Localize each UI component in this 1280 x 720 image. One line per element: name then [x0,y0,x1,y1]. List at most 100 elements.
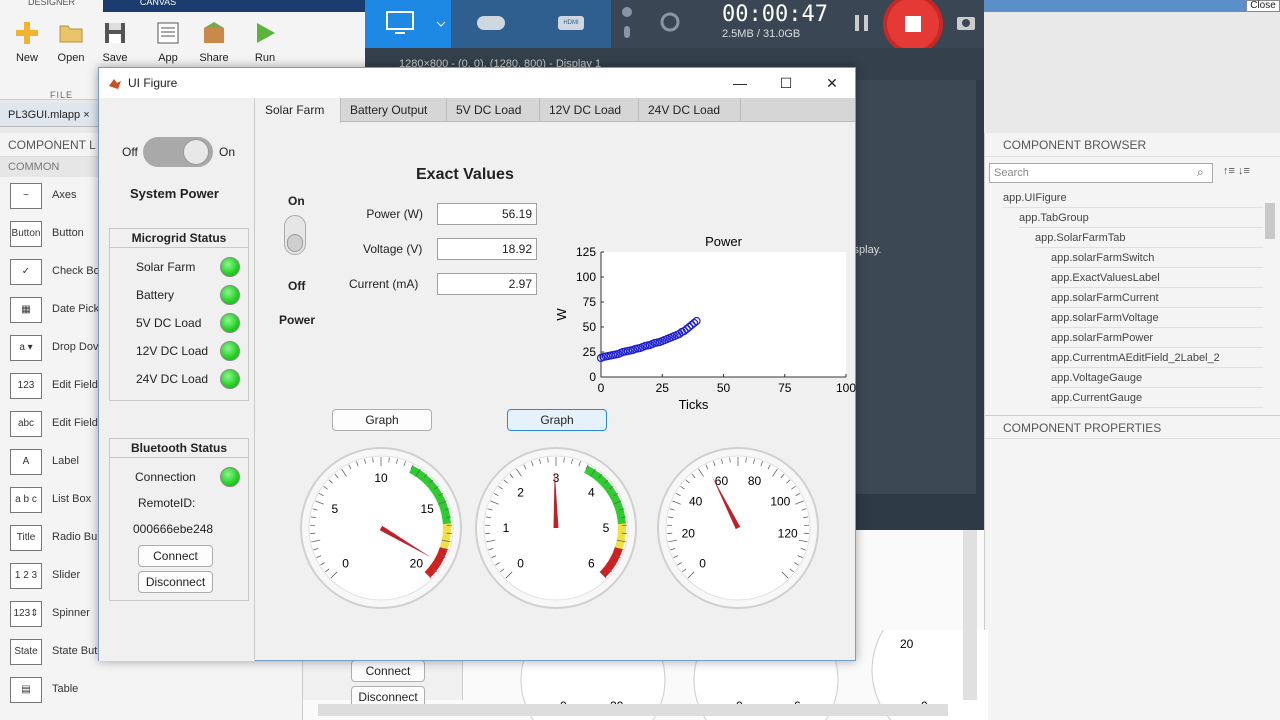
tab-5v-dc-load[interactable]: 5V DC Load [447,98,540,122]
power-chart[interactable]: 0 25 50 75 100 0 25 50 75 100 125 Power Ticks W [551,229,856,419]
tree-item[interactable]: app.solarFarmPower [1051,328,1263,348]
canvas-scrollbar[interactable] [963,530,977,700]
tree-item[interactable]: app.solarFarmVoltage [1051,308,1263,328]
camera-icon[interactable] [955,12,977,32]
status-lamp [220,341,240,361]
component-type-icon: a b c [10,487,42,513]
tab-12v-dc-load[interactable]: 12V DC Load [540,98,639,122]
tab-battery-output[interactable]: Battery Output [341,98,447,122]
gauge-tick-label: 100 [770,494,790,508]
game-source-button[interactable] [451,0,531,48]
window-titlebar[interactable]: UI Figure — ☐ ✕ [99,68,855,98]
disconnect-button[interactable]: Disconnect [138,571,213,593]
tab-24v-dc-load[interactable]: 24V DC Load [639,98,741,122]
gauge-tick-label: 3 [553,471,560,485]
gauge-tick-label: 1 [503,521,510,535]
library-item-label: Check Bo [52,265,100,277]
component-type-icon: A [10,449,42,475]
library-item-label: Edit Field [52,417,98,429]
close-icon[interactable]: × [83,109,89,121]
status-lamp [220,257,240,277]
voltage-field-label: Voltage (V) [363,242,423,256]
tree-item[interactable]: app.VoltageGauge [1051,368,1263,388]
toggle-thumb [287,234,303,252]
current-field[interactable]: 2.97 [437,273,537,295]
system-power-switch[interactable] [143,137,213,167]
search-icon[interactable]: ⌕ [1197,165,1204,180]
library-item-label: State But [52,645,98,657]
sort-icon[interactable]: ↑≡ ↓≡ [1223,165,1250,177]
hdmi-source-button[interactable]: HDMI [531,0,611,48]
gauge-tick-label: 5 [331,502,338,516]
new-label: New [15,52,38,64]
webcam-icon[interactable] [655,8,685,38]
component-type-icon: Title [10,525,42,551]
tree-item[interactable]: app.CurrentGauge [1051,388,1263,408]
exact-values-title: Exact Values [416,166,514,183]
gauge-tick-label: 15 [421,502,435,516]
library-item-label: List Box [52,493,92,505]
gauge-tick-label: 40 [689,494,703,508]
file-tab[interactable]: PL3GUI.mlapp × [0,103,100,127]
play-icon [257,23,275,43]
y-tick-label: 75 [583,295,597,309]
library-item-label: Radio Bu [52,531,98,543]
voltage-field[interactable]: 18.92 [437,238,537,260]
tab-solar-farm[interactable]: Solar Farm [256,98,341,123]
gauge-voltage: 05101520Voltage [300,447,462,609]
connect-button[interactable]: Connect [138,545,213,567]
toggle-on-label: On [288,194,305,208]
gauge-power: 020406080100120Power [657,447,819,609]
floppy-icon [105,23,125,43]
tree-item[interactable]: app.ExactValuesLabel [1051,268,1263,288]
voltage-graph-button[interactable]: Graph [332,409,432,431]
browser-search-input[interactable]: Search [989,163,1213,183]
tab-canvas[interactable]: CANVAS [103,0,213,12]
stop-record-button[interactable] [883,0,943,54]
power-field[interactable]: 56.19 [437,203,537,225]
minimize-button[interactable]: — [717,68,763,98]
gauge-tick-label: 0 [699,556,706,570]
mic-icon[interactable] [617,2,637,46]
tree-scrollbar[interactable] [1265,203,1275,239]
maximize-button[interactable]: ☐ [763,68,809,98]
share-button[interactable]: Share [191,20,237,64]
file-section-label: FILE [50,90,74,100]
tree-item[interactable]: app.TabGroup [1019,208,1263,228]
tree-item[interactable]: app.solarFarmSwitch [1051,248,1263,268]
component-type-icon: ▤ [10,677,42,703]
library-item[interactable]: ▤ Table [10,677,300,707]
component-type-icon: 123⇕ [10,601,42,627]
monitor-source-button[interactable] [365,0,451,48]
pause-icon[interactable] [853,13,871,33]
gauge-tick-label: 120 [778,527,798,541]
current-graph-button[interactable]: Graph [507,409,607,431]
library-item-label: Button [52,227,84,239]
new-button[interactable]: New [4,20,50,64]
tree-item[interactable]: app.UIFigure [1003,188,1263,208]
x-tick-label: 75 [778,381,792,395]
tree-item[interactable]: app.CurrentmAEditField_2Label_2 [1051,348,1263,368]
gauge-tick-label: 10 [374,471,388,485]
save-button[interactable]: Save [92,20,138,64]
run-button[interactable]: Run [242,20,288,64]
canvas-hscrollbar[interactable] [318,704,948,716]
open-button[interactable]: Open [48,20,94,64]
close-button[interactable]: Close [1246,0,1280,12]
gauge-tick-label: 4 [588,486,595,500]
tree-item[interactable]: app.SolarFarmTab [1035,228,1263,248]
library-item-label: Label [52,455,79,467]
file-tab-label: PL3GUI.mlapp [8,109,81,121]
microgrid-item-label: 12V DC Load [136,344,209,358]
window-close-button[interactable]: ✕ [809,68,855,98]
component-type-icon: a ▾ [10,335,42,361]
solar-farm-toggle[interactable] [284,215,306,255]
bg-connect-button: Connect [351,660,425,682]
app-button[interactable]: App [145,20,191,64]
chart-ylabel: W [554,308,569,321]
x-tick-label: 0 [598,381,605,395]
tab-designer[interactable]: DESIGNER [0,0,103,12]
tree-item[interactable]: app.solarFarmCurrent [1051,288,1263,308]
component-type-icon: ~ [10,183,42,209]
y-tick-label: 0 [589,370,596,384]
